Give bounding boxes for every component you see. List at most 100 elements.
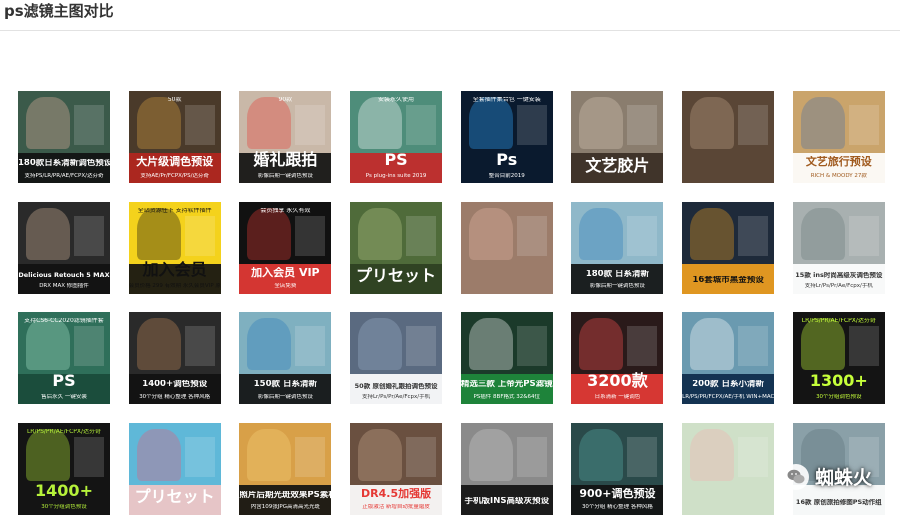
thumbnail-6[interactable]: 文艺胶片 — [571, 91, 664, 183]
thumbnail-photo-area-2 — [738, 215, 769, 256]
thumbnail-4[interactable]: 安装永久使用 PS Ps plug-ins suite 2019 — [350, 91, 443, 183]
thumbnail-photo-area — [468, 97, 513, 149]
thumbnail-photo-area — [26, 318, 70, 370]
thumbnail-photo-area — [136, 318, 181, 370]
page: ps滤镜主图对比 180款日系清新调色预设 支持PS/LR/PR/AE/FCPX/… — [0, 0, 900, 524]
title-divider — [0, 30, 900, 31]
thumbnail-11[interactable]: 会员独享 永久有效 加入会员 VIP 全店免费 — [239, 201, 332, 294]
thumbnail-14[interactable]: 180款 日系清新 影像后期一键调色预设 — [571, 201, 664, 294]
thumbnail-photo-area — [579, 428, 624, 481]
thumbnail-18[interactable]: 1400+调色预设 30个分组 精心整理 各种风格 — [128, 312, 221, 404]
thumbnail-24[interactable]: LR/PS/PR/AE/FCPX/达芬奇 1300+ 30个分组调色预设 — [792, 312, 885, 404]
thumbnail-main-text: 150款 日系清新 — [253, 380, 317, 390]
thumbnail-photo-area — [247, 318, 292, 370]
thumbnail-photo-area-2 — [406, 105, 437, 145]
thumbnail-12[interactable]: プリセット — [350, 201, 443, 294]
thumbnail-16[interactable]: 15款 ins时尚高级灰调色预设 支持Lr/Ps/Pr/Ae/Fcpx/手机 — [792, 201, 885, 294]
thumbnail-main-text: 精选三款 上帝光PS滤镜 — [460, 380, 553, 390]
thumbnail-photo-area — [26, 428, 70, 481]
thumbnail-photo-area — [358, 318, 403, 370]
thumbnail-21[interactable]: 精选三款 上帝光PS滤镜 PS插件 8BF格式 32&64位 — [460, 312, 553, 404]
thumbnail-sub-text: 支持AE/Pr/FCPX/PS/达芬奇 — [140, 172, 209, 179]
thumbnail-photo-area-2 — [627, 436, 658, 477]
thumbnail-main-text: PS — [52, 371, 76, 390]
thumbnail-photo-area — [247, 428, 292, 481]
thumbnail-3[interactable]: 90款 婚礼跟拍 影像后期一键调色预设 — [239, 91, 332, 183]
thumbnail-extra-text: 全套插件集合包 一键安装 — [472, 97, 541, 103]
thumbnail-10[interactable]: 全站资源任下 支持软件插件加入会员会员价格 299 有效期 永久会员VIP 原价… — [128, 201, 221, 294]
thumbnail-26[interactable]: プリセット — [128, 422, 221, 515]
thumbnail-23[interactable]: 200款 日系小清新 LR/PS/PR/FCPX/AE/手机 WIN+MAC — [682, 312, 775, 404]
thumbnail-photo-area-2 — [295, 215, 326, 256]
thumbnail-22[interactable]: 3200款 日系清新 一键调色 — [571, 312, 664, 404]
thumbnail-photo-area — [468, 207, 513, 260]
thumbnail-photo-area-2 — [627, 105, 658, 145]
thumbnail-main-text: 加入会员 — [142, 261, 207, 280]
thumbnail-main-text: 1400+ — [35, 482, 93, 501]
thumbnail-1[interactable]: 180款日系清新调色预设 支持PS/LR/PR/AE/FCPX/达芬奇 — [18, 91, 110, 183]
thumbnail-13[interactable] — [460, 201, 553, 294]
thumbnail-photo-area-2 — [74, 326, 104, 366]
thumbnail-32[interactable]: 16款 原创旅拍修图PS动作组 — [792, 422, 885, 515]
thumbnail-photo-area — [358, 428, 403, 481]
thumbnail-main-text: 15款 ins时尚高级灰调色预设 — [795, 272, 883, 280]
thumbnail-photo-area — [579, 318, 624, 370]
thumbnail-extra-text: 支持CS6-CC2020滤镜插件套 — [24, 318, 104, 324]
thumbnail-photo-area — [136, 207, 181, 260]
thumbnail-photo-area — [468, 428, 513, 481]
thumbnail-main-text: 婚礼跟拍 — [253, 150, 318, 169]
thumbnail-photo-area-2 — [738, 105, 769, 145]
thumbnail-17[interactable]: 支持CS6-CC2020滤镜插件套 PS 售后永久 一键安装 — [18, 312, 110, 404]
thumbnail-sub-text: 售后永久 一键安装 — [41, 393, 87, 400]
thumbnail-photo-area-2 — [184, 436, 215, 477]
thumbnail-photo-area — [800, 207, 845, 260]
thumbnail-photo-area — [26, 207, 70, 260]
thumbnail-main-text: 文艺胶片 — [585, 156, 650, 175]
thumbnail-photo-area-2 — [74, 215, 104, 256]
thumbnail-28[interactable]: DR4.5加强版 正版激活 新增自动批量磨皮 — [350, 422, 443, 515]
thumbnail-30[interactable]: 900+调色预设 30个分组 精心整理 各种风格 — [571, 422, 664, 515]
thumbnail-main-text: 大片级调色预设 — [136, 156, 214, 169]
thumbnail-15[interactable]: 16套城市黑金预设 — [682, 201, 775, 294]
thumbnail-photo-area-2 — [848, 436, 879, 477]
thumbnail-photo-area-2 — [516, 215, 547, 256]
thumbnail-photo-area — [690, 207, 735, 260]
thumbnail-photo-area-2 — [516, 436, 547, 477]
thumbnail-sub-text: 影像后期一键调色预设 — [257, 393, 313, 400]
thumbnail-photo-area-2 — [848, 105, 879, 145]
thumbnail-photo-area — [247, 207, 292, 260]
thumbnail-9[interactable]: Delicious Retouch 5 MAX DRX MAX 修图插件 — [18, 201, 110, 294]
thumbnail-photo-area-2 — [627, 326, 658, 366]
thumbnail-photo-area — [247, 97, 292, 149]
thumbnail-photo-area — [358, 207, 403, 260]
thumbnail-sub-text: 支持Lr/Ps/Pr/Ae/Fcpx/手机 — [361, 393, 431, 400]
thumbnail-extra-text: LR/PS/PR/AE/FCPX/达芬奇 — [801, 318, 876, 324]
thumbnail-photo-area — [136, 97, 181, 149]
thumbnail-29[interactable]: 手机版INS高级灰预设 — [460, 422, 553, 515]
thumbnail-photo-area-2 — [184, 215, 215, 256]
thumbnail-19[interactable]: 150款 日系清新 影像后期一键调色预设 — [239, 312, 332, 404]
thumbnail-extra-text: 会员独享 永久有效 — [260, 207, 311, 214]
thumbnail-photo-area-2 — [295, 436, 326, 477]
thumbnail-photo-area-2 — [627, 215, 658, 256]
thumbnail-sub-text: DRX MAX 修图插件 — [39, 283, 89, 290]
thumbnail-20[interactable]: 50款 原创婚礼跟拍调色预设 支持Lr/Ps/Pr/Ae/Fcpx/手机 — [350, 312, 443, 404]
thumbnail-sub-text: 30个分组 精心整理 各种风格 — [139, 393, 211, 400]
thumbnail-extra-text: 安装永久使用 — [378, 97, 415, 103]
thumbnail-27[interactable]: 照片后期光斑效果PS素材 内含109张JPG高清高光光斑 — [239, 422, 332, 515]
thumbnail-7[interactable] — [682, 91, 775, 183]
thumbnail-main-text: Delicious Retouch 5 MAX — [18, 272, 110, 280]
thumbnail-main-text: 照片后期光斑效果PS素材 — [239, 490, 332, 500]
thumbnail-31[interactable] — [682, 422, 775, 515]
thumbnail-25[interactable]: LR/PS/PR/AE/FCPX/达芬奇 1400+ 30个分组调色预设 — [18, 422, 110, 515]
thumbnail-grid: 180款日系清新调色预设 支持PS/LR/PR/AE/FCPX/达芬奇 50款 大片级… — [18, 91, 885, 515]
thumbnail-sub-text: Ps plug-ins suite 2019 — [365, 172, 427, 179]
thumbnail-photo-area — [690, 428, 735, 481]
thumbnail-photo-area-2 — [406, 326, 437, 366]
thumbnail-sub-text: 支持PS/LR/PR/AE/FCPX/达芬奇 — [24, 172, 104, 179]
thumbnail-5[interactable]: 全套插件集合包 一键安装 Ps 整合目前2019 — [460, 91, 553, 183]
thumbnail-main-text: 200款 日系小清新 — [692, 380, 764, 390]
thumbnail-photo-area — [800, 318, 845, 370]
thumbnail-2[interactable]: 50款 大片级调色预设 支持AE/Pr/FCPX/PS/达芬奇 — [128, 91, 221, 183]
thumbnail-8[interactable]: 文艺旅行预设 RICH & MOODY 27款 — [792, 91, 885, 183]
